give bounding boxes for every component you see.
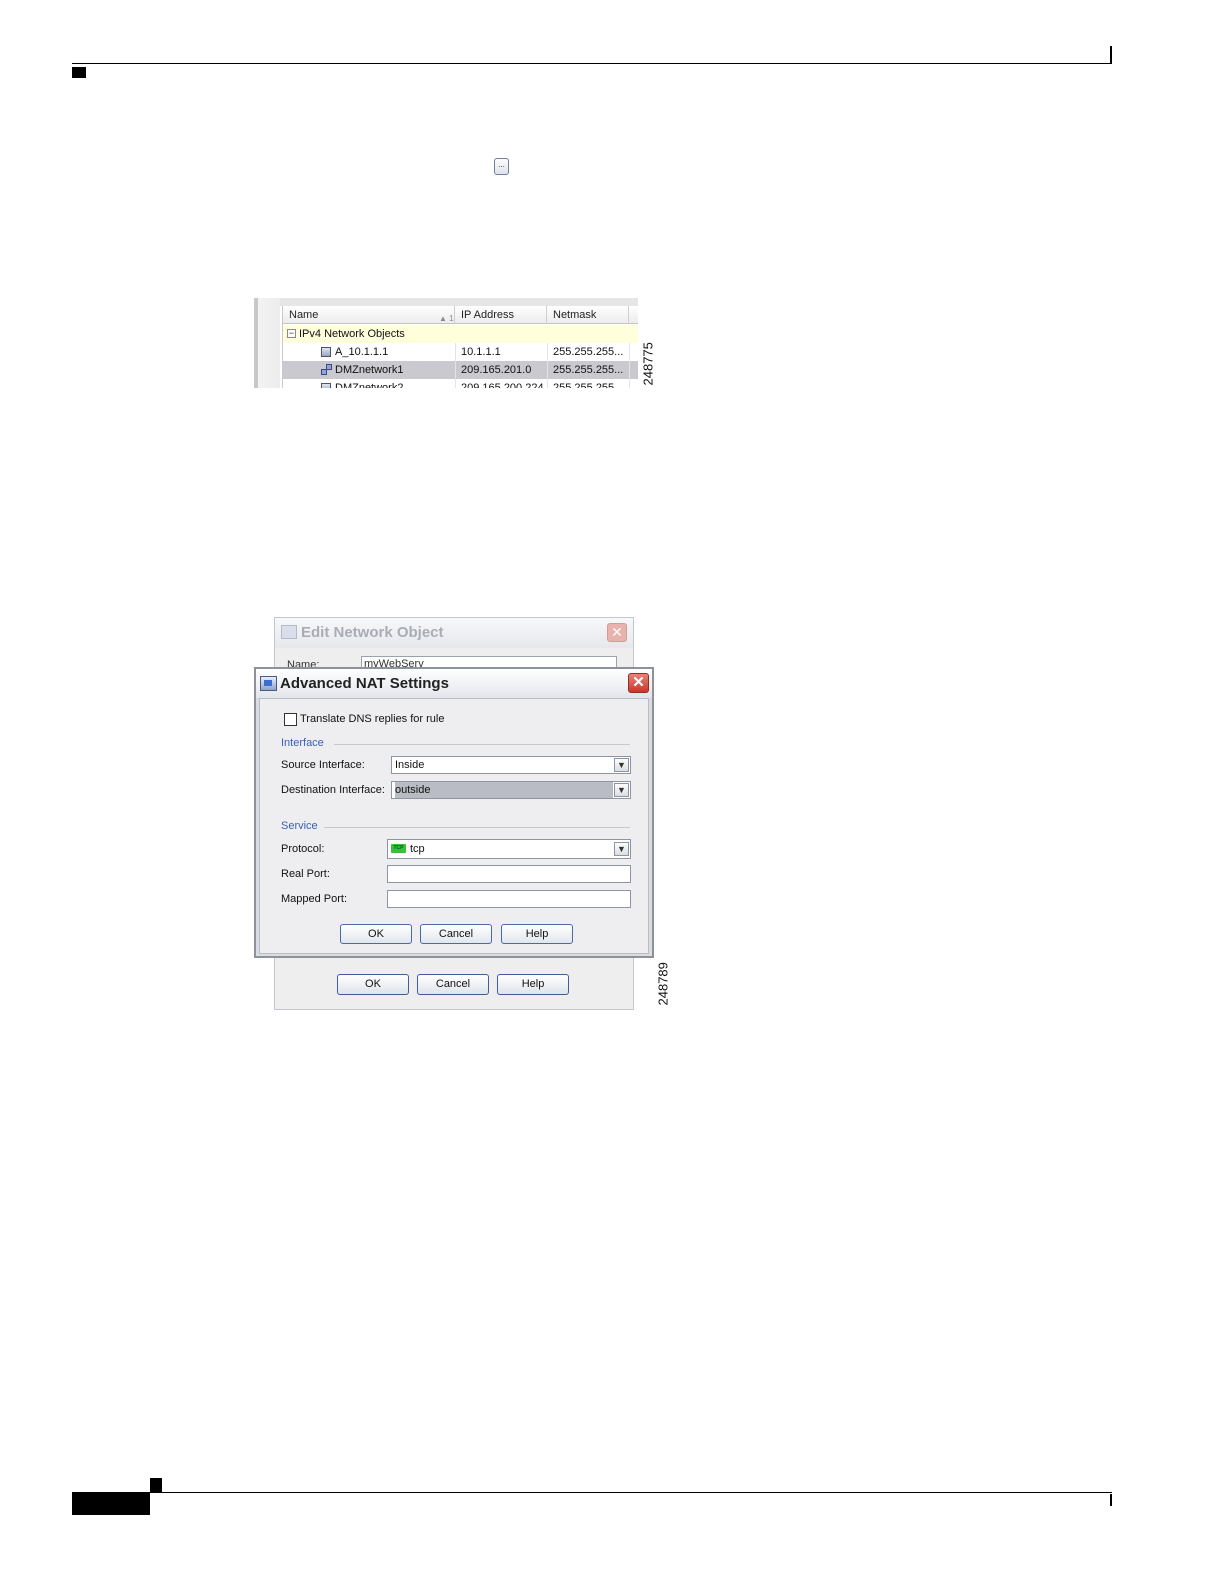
table-row-selected[interactable]: DMZnetwork1 209.165.201.0 255.255.255... — [283, 361, 638, 379]
footer-marker — [150, 1478, 162, 1492]
section-divider — [324, 827, 630, 828]
figure-number: 248775 — [640, 342, 656, 386]
source-interface-label: Source Interface: — [281, 759, 365, 771]
footer-rule — [150, 1492, 1112, 1493]
column-divider — [547, 343, 548, 388]
destination-interface-label: Destination Interface: — [281, 784, 385, 796]
mapped-port-input[interactable] — [387, 890, 631, 908]
footer-tick — [1110, 1494, 1112, 1506]
service-section-title: Service — [281, 820, 318, 832]
column-header-netmask[interactable]: Netmask — [547, 306, 629, 324]
row-ip: 10.1.1.1 — [461, 346, 501, 358]
table-left-panel — [254, 298, 280, 388]
edit-dialog-titlebar: Edit Network Object ✕ — [275, 618, 633, 648]
group-row[interactable]: − IPv4 Network Objects — [283, 325, 638, 343]
tcp-protocol-icon: TCP — [391, 844, 406, 853]
host-object-icon — [321, 383, 331, 388]
column-divider — [629, 343, 630, 388]
destination-interface-value: outside — [395, 782, 613, 798]
chevron-down-icon[interactable]: ▼ — [614, 842, 629, 856]
advanced-nat-settings-dialog: Advanced NAT Settings ✕ Translate DNS re… — [254, 667, 654, 958]
nat-dialog-body: Translate DNS replies for rule Interface… — [259, 698, 649, 954]
advanced-nat-settings-figure: Edit Network Object ✕ Name: myWebServ OK… — [254, 617, 656, 1012]
group-label: IPv4 Network Objects — [299, 328, 405, 340]
translate-dns-checkbox[interactable] — [284, 713, 297, 726]
row-name: DMZnetwork2 — [335, 382, 404, 388]
header-rule — [72, 63, 1112, 64]
column-header-ip[interactable]: IP Address — [455, 306, 547, 324]
collapse-icon[interactable]: − — [287, 329, 296, 338]
interface-section-title: Interface — [281, 737, 324, 749]
table-top-border — [280, 298, 638, 306]
protocol-value: tcp — [410, 843, 425, 855]
network-objects-table-figure: Name ▲ 1 IP Address Netmask − IPv4 Netwo… — [254, 298, 638, 388]
chevron-down-icon[interactable]: ▼ — [614, 758, 629, 772]
edit-help-button[interactable]: Help — [497, 974, 569, 995]
header-marker — [72, 67, 86, 78]
column-divider — [455, 343, 456, 388]
figure-number: 248789 — [655, 962, 671, 1006]
table-header-row: Name ▲ 1 IP Address Netmask — [283, 306, 638, 324]
real-port-input[interactable] — [387, 865, 631, 883]
close-icon[interactable]: ✕ — [628, 673, 649, 693]
protocol-label: Protocol: — [281, 843, 325, 855]
row-name: DMZnetwork1 — [335, 364, 404, 376]
cancel-button[interactable]: Cancel — [420, 924, 492, 944]
source-interface-value: Inside — [395, 759, 425, 771]
column-header-name[interactable]: Name ▲ 1 — [283, 306, 455, 324]
source-interface-select[interactable]: Inside ▼ — [391, 756, 631, 774]
chevron-down-icon[interactable]: ▼ — [614, 783, 629, 797]
protocol-select[interactable]: TCP tcp ▼ — [387, 839, 631, 859]
row-name: A_10.1.1.1 — [335, 346, 389, 358]
table-row[interactable]: DMZnetwork2 209.165.200.224 255.255.255.… — [283, 379, 638, 388]
nat-dialog-title: Advanced NAT Settings — [280, 675, 449, 692]
column-header-name-label: Name — [289, 309, 319, 321]
row-netmask: 255.255.255... — [553, 364, 624, 376]
row-ip: 209.165.200.224 — [461, 382, 544, 388]
dialog-window-icon — [260, 676, 277, 691]
row-ip: 209.165.201.0 — [461, 364, 532, 376]
header-tick — [1110, 46, 1112, 64]
edit-ok-button[interactable]: OK — [337, 974, 409, 995]
close-icon[interactable]: ✕ — [607, 623, 627, 642]
host-object-icon — [321, 347, 331, 357]
network-objects-grid: Name ▲ 1 IP Address Netmask − IPv4 Netwo… — [282, 306, 638, 388]
dialog-window-icon — [281, 625, 297, 639]
help-button[interactable]: Help — [501, 924, 573, 944]
nat-dialog-titlebar: Advanced NAT Settings ✕ — [256, 669, 652, 698]
row-netmask: 255.255.255... — [553, 346, 624, 358]
ok-button[interactable]: OK — [340, 924, 412, 944]
real-port-label: Real Port: — [281, 868, 330, 880]
translate-dns-label: Translate DNS replies for rule — [300, 713, 445, 725]
section-divider — [334, 744, 630, 745]
network-object-icon — [321, 364, 333, 376]
edit-cancel-button[interactable]: Cancel — [417, 974, 489, 995]
table-row[interactable]: A_10.1.1.1 10.1.1.1 255.255.255... — [283, 343, 638, 361]
row-netmask: 255.255.255... — [553, 382, 624, 388]
mapped-port-label: Mapped Port: — [281, 893, 348, 905]
footer-page-block — [72, 1492, 150, 1515]
browse-button[interactable]: ... — [494, 158, 509, 175]
edit-dialog-title: Edit Network Object — [301, 624, 444, 641]
destination-interface-select[interactable]: outside ▼ — [391, 781, 631, 799]
